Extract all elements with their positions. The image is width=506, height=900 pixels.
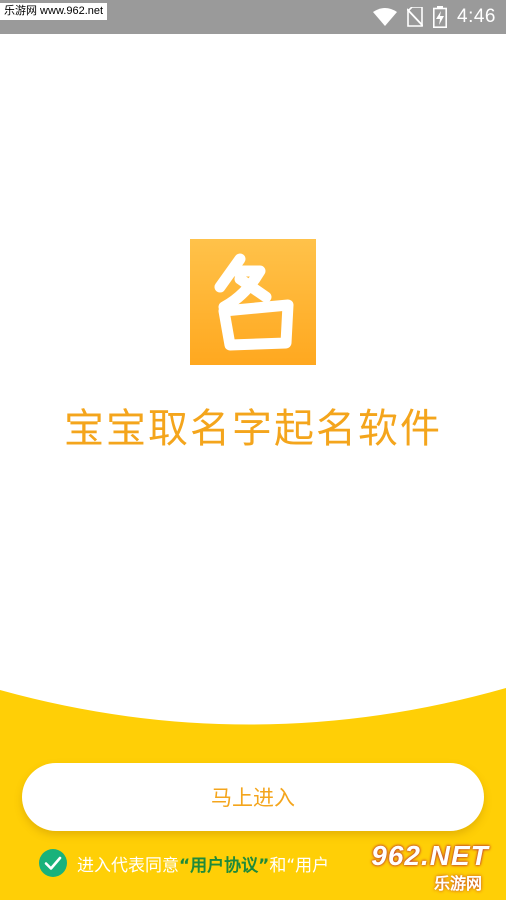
agreement-prefix: 进入代表同意 [77,855,179,876]
enter-now-button[interactable]: 马上进入 [22,763,484,831]
watermark-sub: 乐游网 [433,874,482,893]
app-logo [190,239,316,365]
app-name-title: 宝宝取名字起名软件 [64,406,442,452]
status-time: 4:46 [457,6,496,27]
watermark-brand: 962.NET [371,840,489,871]
user-agreement-link[interactable]: “用户协议” [179,851,269,876]
corner-watermark: 962.NET 乐游网 [360,840,500,896]
status-bar: 乐游网 www.962.net 4:46 [0,0,506,34]
status-icons: 4:46 [373,0,496,34]
site-watermark-label: 乐游网 www.962.net [0,3,108,20]
battery-charging-icon [433,6,448,28]
second-agreement-link[interactable]: “用户 [286,851,329,876]
no-sim-icon [407,7,424,27]
name-glyph-logo [214,253,294,351]
wifi-icon [373,8,398,26]
agreement-and: 和 [269,855,287,876]
agree-checkbox-icon[interactable] [38,848,68,878]
